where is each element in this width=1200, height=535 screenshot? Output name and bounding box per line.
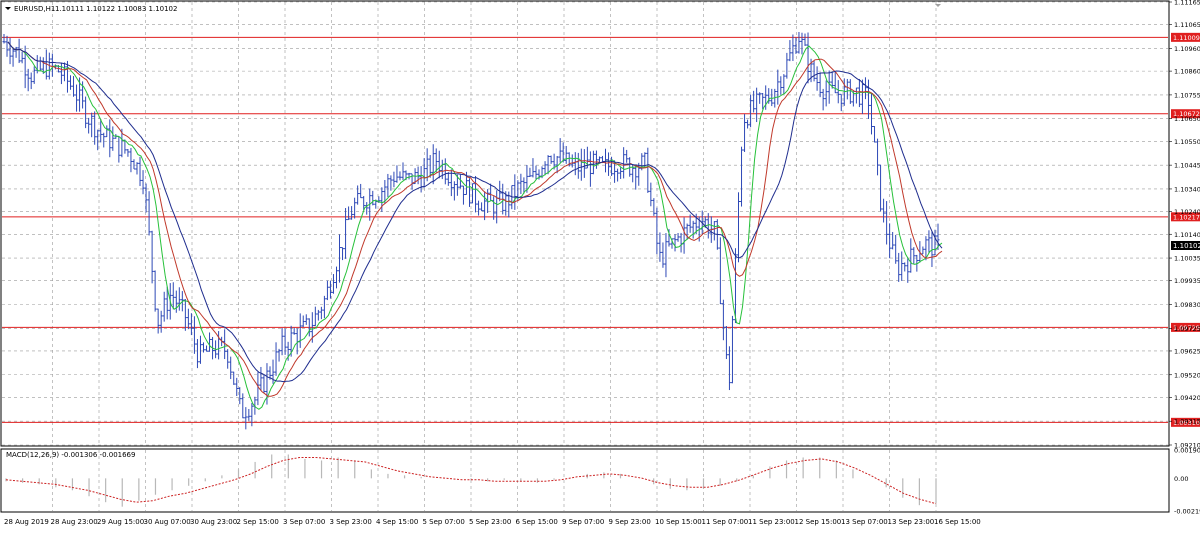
x-tick-label: 16 Sep 15:00 xyxy=(934,518,981,526)
y-tick-label: 1.10340 xyxy=(1174,185,1200,193)
x-tick-label: 30 Aug 23:00 xyxy=(190,518,237,526)
current-price-value: 1.10102 xyxy=(1173,242,1200,250)
x-tick-label: 10 Sep 15:00 xyxy=(655,518,702,526)
y-tick-label: 1.09830 xyxy=(1174,301,1200,309)
x-tick-label: 2 Sep 15:00 xyxy=(237,518,279,526)
x-tick-label: 3 Sep 07:00 xyxy=(283,518,325,526)
y-tick-label: 1.10755 xyxy=(1174,91,1200,99)
y-tick-label: 1.10445 xyxy=(1174,162,1200,170)
y-tick-label: 1.09625 xyxy=(1174,347,1200,355)
x-tick-label: 28 Aug 23:00 xyxy=(51,518,98,526)
macd-y-tick-label: 0.00190 xyxy=(1174,447,1200,455)
y-tick-label: 1.10240 xyxy=(1174,208,1200,216)
chart-background xyxy=(0,0,1200,531)
y-tick-label: 1.09315 xyxy=(1174,418,1200,426)
y-tick-label: 1.10650 xyxy=(1174,115,1200,123)
macd-y-tick-label: -0.00219 xyxy=(1174,508,1200,516)
current-price-tag: 1.10102 xyxy=(1171,241,1200,250)
macd-label: MACD(12,26,9) -0.001306 -0.001669 xyxy=(6,451,135,459)
ohlc-label: 1.10111 1.10122 1.10083 1.10102 xyxy=(55,5,177,13)
x-tick-label: 28 Aug 2019 xyxy=(4,518,49,526)
x-tick-label: 9 Sep 07:00 xyxy=(562,518,604,526)
y-tick-label: 1.10960 xyxy=(1174,45,1200,53)
time-axis[interactable]: 28 Aug 2019 28 Aug 23:00 29 Aug 15:00 30 Au… xyxy=(4,518,981,526)
level-price-label: 1.11009 xyxy=(1173,34,1200,42)
y-tick-label: 1.11165 xyxy=(1174,0,1200,7)
y-tick-label: 1.10550 xyxy=(1174,138,1200,146)
y-tick-label: 1.09935 xyxy=(1174,277,1200,285)
y-tick-label: 1.10035 xyxy=(1174,255,1200,263)
x-tick-label: 29 Aug 15:00 xyxy=(97,518,144,526)
x-tick-label: 11 Sep 07:00 xyxy=(702,518,749,526)
y-tick-label: 1.09420 xyxy=(1174,394,1200,402)
y-tick-label: 1.09725 xyxy=(1174,325,1200,333)
symbol-label: EURUSD,H1 xyxy=(14,5,55,13)
x-tick-label: 13 Sep 23:00 xyxy=(888,518,935,526)
y-tick-label: 1.10140 xyxy=(1174,231,1200,239)
x-tick-label: 11 Sep 23:00 xyxy=(748,518,795,526)
x-tick-label: 13 Sep 07:00 xyxy=(841,518,888,526)
y-tick-label: 1.10860 xyxy=(1174,68,1200,76)
trading-chart[interactable]: 1.11009 1.10672 1.10217 1.09729 1.09310 EURU… xyxy=(0,0,1200,531)
macd-y-tick-label: 0.00 xyxy=(1174,475,1188,483)
y-tick-label: 1.09520 xyxy=(1174,371,1200,379)
x-tick-label: 5 Sep 23:00 xyxy=(469,518,511,526)
x-tick-label: 12 Sep 15:00 xyxy=(795,518,842,526)
chart-svg[interactable]: 1.110091.106721.102171.097291.09310 EURU… xyxy=(0,0,1200,531)
x-tick-label: 6 Sep 15:00 xyxy=(516,518,558,526)
x-tick-label: 4 Sep 15:00 xyxy=(376,518,418,526)
y-tick-label: 1.11065 xyxy=(1174,21,1200,29)
x-tick-label: 9 Sep 23:00 xyxy=(609,518,651,526)
x-tick-label: 3 Sep 23:00 xyxy=(330,518,372,526)
x-tick-label: 30 Aug 07:00 xyxy=(144,518,191,526)
x-tick-label: 5 Sep 07:00 xyxy=(423,518,465,526)
